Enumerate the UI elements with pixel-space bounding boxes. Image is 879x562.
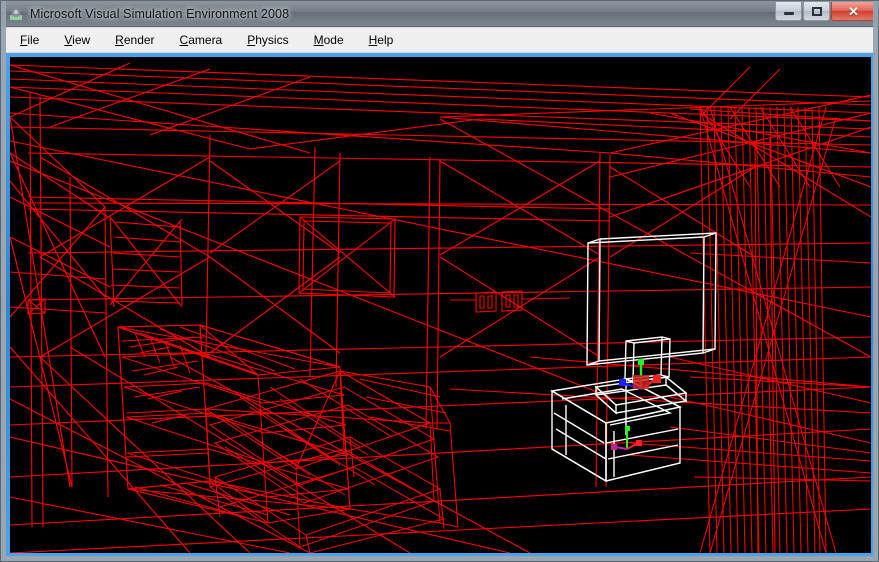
minimize-icon	[783, 12, 794, 15]
viewport-border	[6, 53, 875, 557]
close-button[interactable]: ✕	[831, 2, 876, 21]
maximize-icon	[811, 6, 822, 16]
wireframe-canvas	[10, 57, 871, 553]
menu-item-file[interactable]: File	[9, 30, 50, 50]
menu-item-help[interactable]: Help	[358, 30, 405, 50]
menu-item-render[interactable]: Render	[104, 30, 165, 50]
close-icon: ✕	[848, 3, 859, 19]
maximize-button[interactable]	[803, 2, 830, 21]
window-title: Microsoft Visual Simulation Environment …	[30, 6, 290, 21]
menu-item-physics[interactable]: Physics	[236, 30, 299, 50]
menu-item-mode[interactable]: Mode	[303, 30, 355, 50]
menu-item-view[interactable]: View	[53, 30, 101, 50]
menu-item-camera[interactable]: Camera	[169, 30, 234, 50]
window-controls: ✕	[774, 2, 876, 21]
application-window: Microsoft Visual Simulation Environment …	[0, 0, 879, 562]
title-bar[interactable]: Microsoft Visual Simulation Environment …	[1, 1, 879, 27]
app-icon[interactable]	[8, 6, 24, 22]
menu-bar: File View Render Camera Physics Mode Help	[6, 28, 875, 53]
minimize-button[interactable]	[775, 2, 802, 21]
render-viewport[interactable]	[10, 57, 871, 553]
